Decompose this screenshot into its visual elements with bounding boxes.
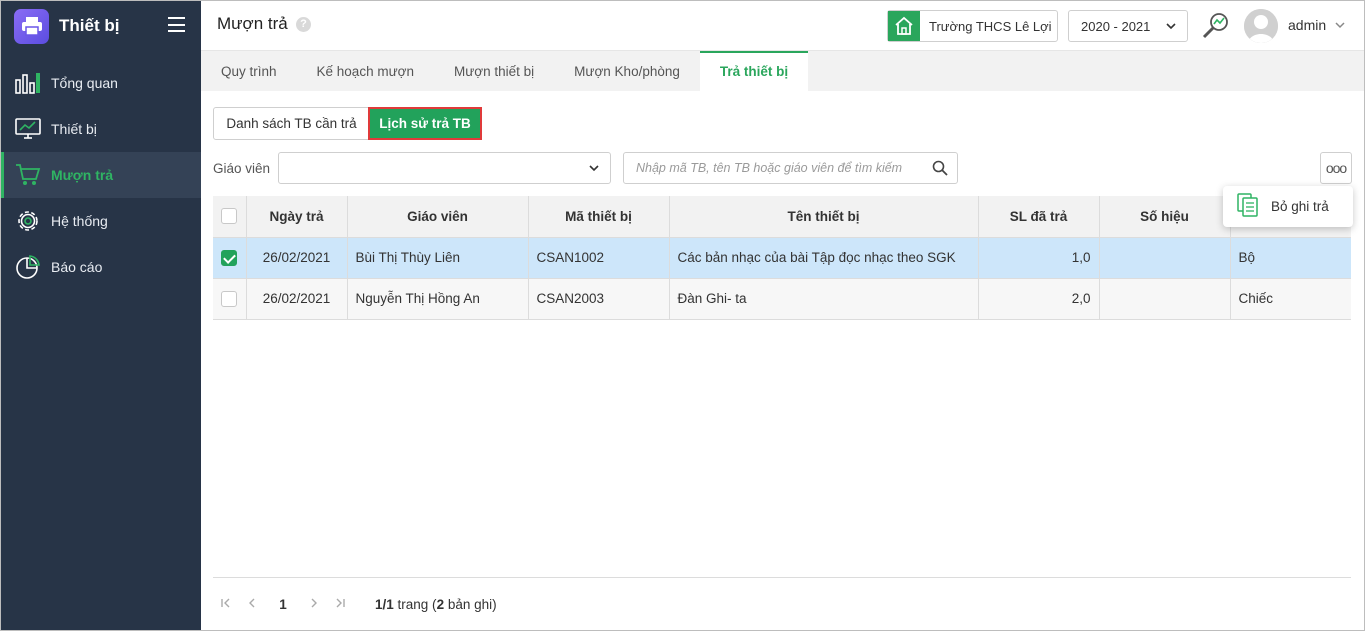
return-history-button[interactable]: Lịch sử trả TB bbox=[368, 107, 482, 140]
sidebar-item-label: Hệ thống bbox=[51, 213, 108, 229]
cell-date: 26/02/2021 bbox=[246, 278, 348, 320]
gear-icon bbox=[15, 208, 41, 234]
tab-process[interactable]: Quy trình bbox=[201, 51, 297, 91]
sidebar-item-overview[interactable]: Tổng quan bbox=[0, 60, 201, 106]
school-selector[interactable]: Trường THCS Lê Lợi bbox=[887, 10, 1058, 42]
school-year-select[interactable]: 2020 - 2021 bbox=[1068, 10, 1188, 42]
more-options-button[interactable]: ooo bbox=[1320, 152, 1352, 184]
table-header: Ngày trả Giáo viên Mã thiết bị Tên thiết… bbox=[213, 196, 1351, 238]
app-title: Thiết bị bbox=[59, 16, 120, 35]
page-title: Mượn trả bbox=[217, 14, 288, 33]
pager-divider bbox=[213, 577, 1351, 578]
cancel-return-label: Bỏ ghi trả bbox=[1271, 199, 1329, 214]
page-number[interactable]: 1 bbox=[273, 597, 293, 612]
table-row[interactable]: 26/02/2021 Nguyễn Thị Hồng An CSAN2003 Đ… bbox=[213, 278, 1351, 320]
cell-serial bbox=[1099, 278, 1231, 320]
teacher-filter-label: Giáo viên bbox=[213, 161, 271, 176]
tab-borrow-room[interactable]: Mượn Kho/phòng bbox=[554, 51, 700, 91]
tab-borrow-device[interactable]: Mượn thiết bị bbox=[434, 51, 554, 91]
page-info-text: trang ( bbox=[393, 596, 437, 612]
printer-logo-icon bbox=[14, 8, 49, 44]
sidebar-item-label: Thiết bị bbox=[51, 121, 97, 137]
cell-unit: Bộ bbox=[1230, 237, 1351, 279]
header: Mượn trả ? Trường THCS Lê Lợi 2020 - 202… bbox=[201, 0, 1365, 51]
record-count: 2 bbox=[436, 596, 445, 612]
row-select-cell bbox=[213, 237, 247, 279]
select-all-checkbox[interactable] bbox=[221, 208, 238, 225]
cell-device-name: Đàn Ghi- ta bbox=[669, 278, 979, 320]
school-name: Trường THCS Lê Lợi bbox=[929, 18, 1052, 34]
cell-device-name: Các bản nhạc của bài Tập đọc nhạc theo S… bbox=[669, 237, 979, 279]
pagination-info: 1/1 trang (2 bản ghi) bbox=[375, 597, 497, 612]
last-page-icon[interactable] bbox=[327, 597, 353, 612]
cell-teacher: Nguyễn Thị Hồng An bbox=[347, 278, 529, 320]
column-header[interactable]: Giáo viên bbox=[347, 196, 529, 238]
teacher-select[interactable] bbox=[278, 152, 611, 184]
cell-date: 26/02/2021 bbox=[246, 237, 348, 279]
lookup-chart-icon[interactable] bbox=[1201, 12, 1231, 40]
menu-toggle-icon[interactable] bbox=[168, 17, 185, 32]
chevron-down-icon bbox=[588, 162, 600, 177]
cell-code: CSAN2003 bbox=[528, 278, 670, 320]
first-page-icon[interactable] bbox=[213, 597, 239, 612]
cell-qty: 2,0 bbox=[978, 278, 1100, 320]
sidebar-item-system[interactable]: Hệ thống bbox=[0, 198, 201, 244]
to-return-list-button[interactable]: Danh sách TB cần trả bbox=[213, 107, 370, 140]
tab-bar: Quy trình Kế hoạch mượn Mượn thiết bị Mư… bbox=[201, 51, 1365, 91]
column-header[interactable]: SL đã trả bbox=[978, 196, 1100, 238]
return-history-table: Ngày trả Giáo viên Mã thiết bị Tên thiết… bbox=[213, 196, 1351, 320]
select-all-cell bbox=[213, 196, 247, 238]
cell-code: CSAN1002 bbox=[528, 237, 670, 279]
pie-chart-icon bbox=[15, 254, 41, 280]
sidebar-nav: Tổng quan Thiết bị Mượn trả Hệ thống Báo… bbox=[0, 60, 201, 290]
sidebar-item-label: Mượn trả bbox=[51, 167, 114, 183]
next-page-icon[interactable] bbox=[301, 597, 327, 612]
prev-page-icon[interactable] bbox=[239, 597, 265, 612]
school-home-icon bbox=[888, 11, 920, 41]
pagination: 1 1/1 trang (2 bản ghi) bbox=[213, 592, 497, 616]
search-box bbox=[623, 152, 958, 184]
documents-icon bbox=[1237, 193, 1259, 220]
cart-icon bbox=[15, 162, 41, 188]
sidebar-item-borrow-return[interactable]: Mượn trả bbox=[0, 152, 201, 198]
tab-borrow-plan[interactable]: Kế hoạch mượn bbox=[297, 51, 434, 91]
search-input[interactable] bbox=[636, 153, 926, 183]
chart-bars-icon bbox=[15, 70, 41, 96]
user-name[interactable]: admin bbox=[1288, 17, 1326, 33]
column-header[interactable]: Tên thiết bị bbox=[669, 196, 979, 238]
tab-return-device[interactable]: Trả thiết bị bbox=[699, 51, 809, 91]
sidebar-item-devices[interactable]: Thiết bị bbox=[0, 106, 201, 152]
page-count: 1/1 bbox=[375, 596, 394, 612]
sidebar-item-label: Báo cáo bbox=[51, 259, 103, 275]
cell-teacher: Bùi Thị Thùy Liên bbox=[347, 237, 529, 279]
row-checkbox[interactable] bbox=[221, 249, 238, 266]
record-info-text: bản ghi) bbox=[444, 596, 497, 612]
column-header[interactable]: Số hiệu bbox=[1099, 196, 1231, 238]
monitor-icon bbox=[15, 116, 41, 142]
school-year-value: 2020 - 2021 bbox=[1081, 18, 1151, 34]
sidebar-item-label: Tổng quan bbox=[51, 75, 118, 91]
row-checkbox[interactable] bbox=[221, 290, 238, 307]
search-icon[interactable] bbox=[932, 160, 948, 179]
table-row[interactable]: 26/02/2021 Bùi Thị Thùy Liên CSAN1002 Cá… bbox=[213, 237, 1351, 279]
row-select-cell bbox=[213, 278, 247, 320]
sidebar: Thiết bị Tổng quan Thiết bị Mượn trả Hệ bbox=[0, 0, 201, 631]
column-header[interactable]: Mã thiết bị bbox=[528, 196, 670, 238]
chevron-down-icon[interactable] bbox=[1334, 19, 1346, 34]
cell-qty: 1,0 bbox=[978, 237, 1100, 279]
cell-serial bbox=[1099, 237, 1231, 279]
cancel-return-menu-item[interactable]: Bỏ ghi trả bbox=[1223, 186, 1353, 227]
chevron-down-icon bbox=[1165, 20, 1177, 35]
cell-unit: Chiếc bbox=[1230, 278, 1351, 320]
help-icon[interactable]: ? bbox=[296, 17, 311, 32]
avatar[interactable] bbox=[1244, 9, 1278, 43]
sidebar-item-reports[interactable]: Báo cáo bbox=[0, 244, 201, 290]
column-header[interactable]: Ngày trả bbox=[246, 196, 348, 238]
